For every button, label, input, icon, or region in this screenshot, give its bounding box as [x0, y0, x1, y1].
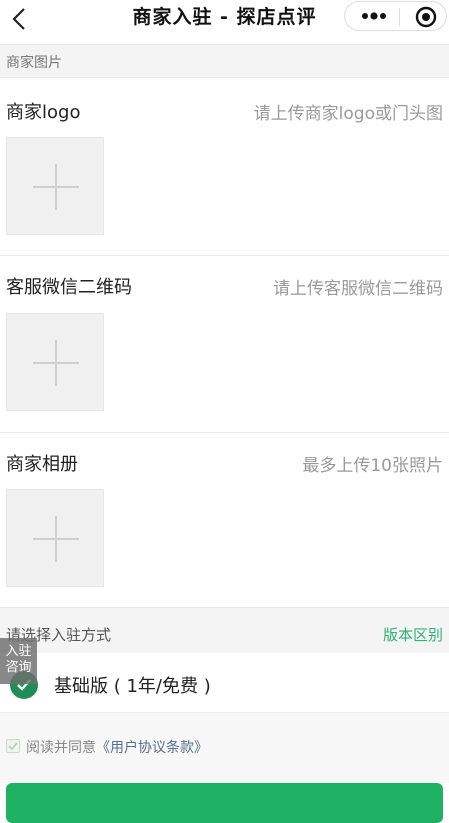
section-title: 商家图片	[6, 55, 62, 71]
agreement-prefix: 阅读并同意	[26, 740, 96, 756]
capsule-divider	[399, 8, 400, 26]
upload-label: 商家logo	[6, 102, 81, 123]
consult-line-1: 入驻	[5, 644, 32, 659]
user-agreement-link[interactable]: 《用户协议条款》	[96, 740, 208, 756]
agreement-text: 阅读并同意《用户协议条款》	[26, 737, 208, 757]
plus-icon	[33, 164, 79, 210]
upload-box[interactable]	[6, 313, 104, 411]
agreement-row: 阅读并同意《用户协议条款》	[0, 713, 449, 783]
agreement-checkbox[interactable]	[6, 739, 20, 753]
upload-hint: 请上传商家logo或门头图	[253, 104, 443, 124]
more-icon[interactable]	[361, 10, 387, 22]
check-icon	[8, 742, 18, 751]
version-diff-link[interactable]: 版本区别	[383, 624, 443, 645]
join-mode-header: 请选择入驻方式 版本区别	[0, 607, 449, 653]
upload-box[interactable]	[6, 489, 104, 587]
consult-float-button[interactable]: 入驻 咨询	[0, 638, 37, 684]
plan-label: 基础版 ( 1年/免费 )	[54, 676, 211, 697]
upload-row-wechat-qr: 客服微信二维码 请上传客服微信二维码	[0, 256, 449, 432]
close-target-icon[interactable]	[415, 6, 437, 28]
plus-icon	[33, 516, 79, 562]
upload-box[interactable]	[6, 137, 104, 235]
upload-row-logo: 商家logo 请上传商家logo或门头图	[0, 78, 449, 255]
nav-bar: 商家入驻 - 探店点评	[0, 0, 449, 42]
upload-row-album: 商家相册 最多上传10张照片	[0, 433, 449, 607]
submit-button[interactable]	[6, 783, 443, 823]
plus-icon	[33, 340, 79, 386]
section-header: 商家图片	[0, 44, 449, 78]
mini-program-capsule	[344, 1, 447, 31]
upload-label: 商家相册	[6, 454, 78, 475]
plan-option[interactable]: 基础版 ( 1年/免费 )	[0, 653, 449, 713]
upload-hint: 最多上传10张照片	[302, 456, 443, 476]
upload-label: 客服微信二维码	[6, 277, 132, 298]
consult-line-2: 咨询	[5, 660, 32, 675]
upload-hint: 请上传客服微信二维码	[273, 279, 443, 299]
